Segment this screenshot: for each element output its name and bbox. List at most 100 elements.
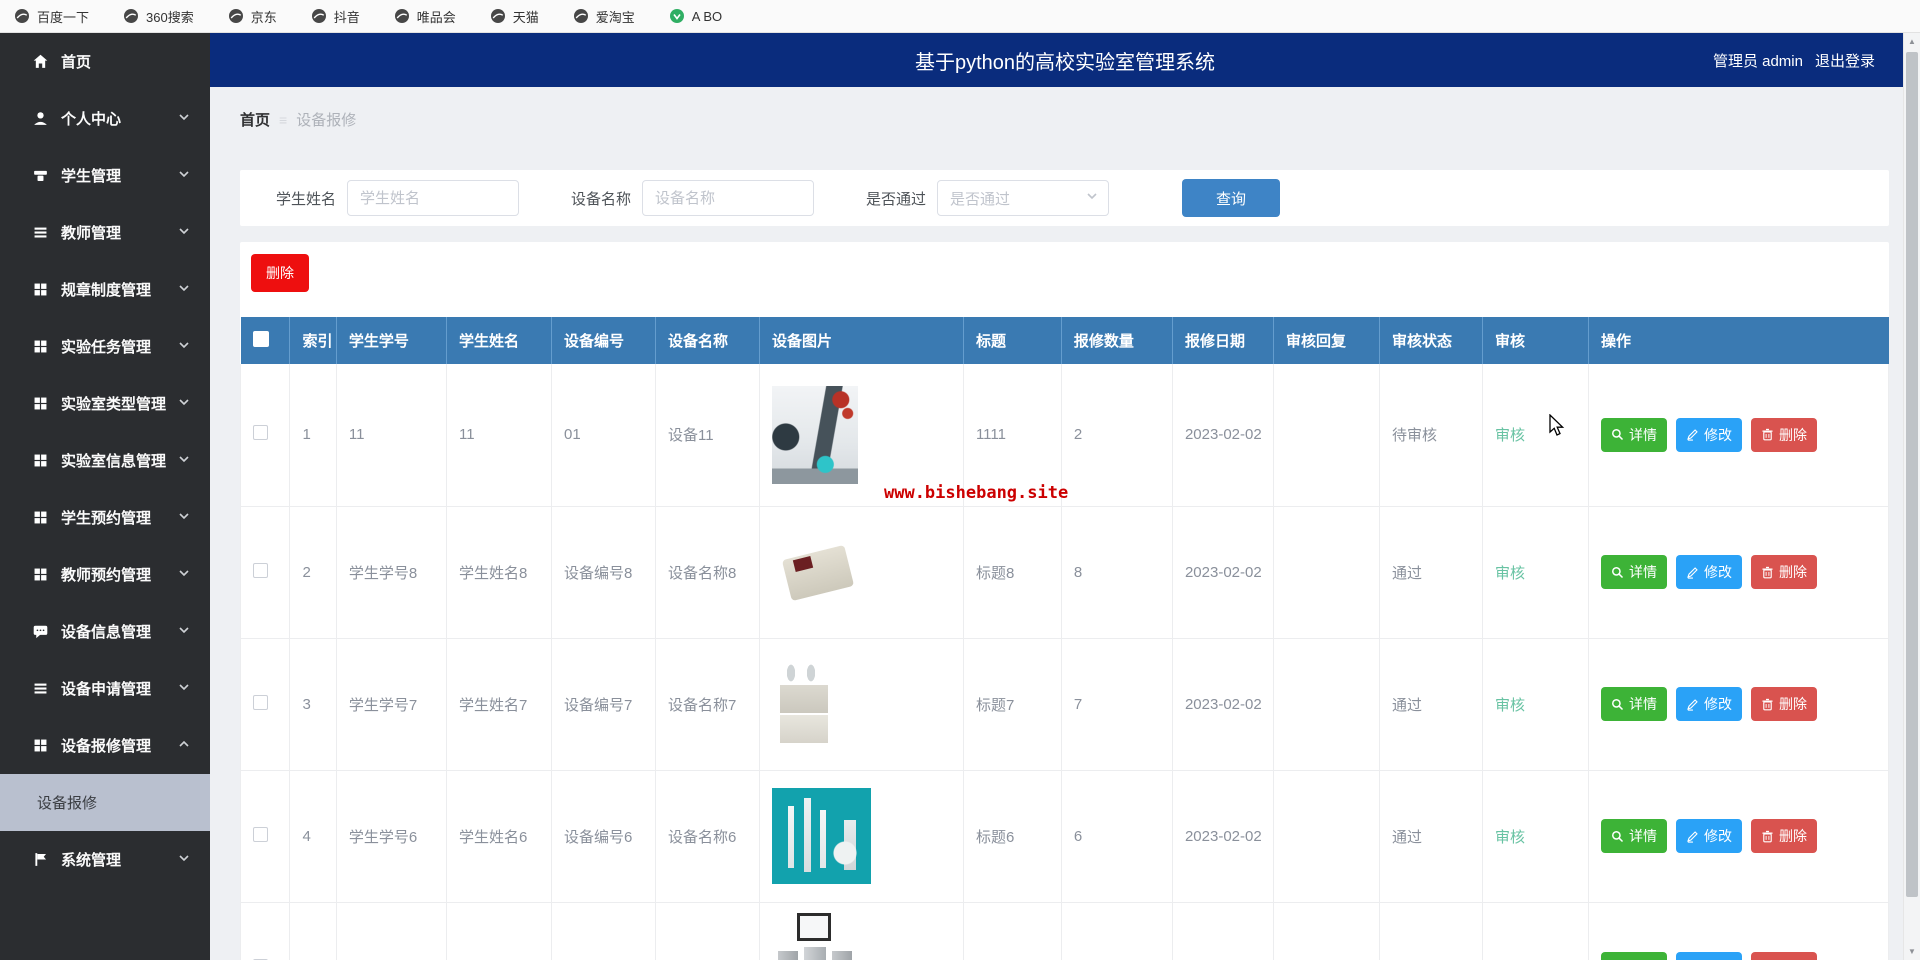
chevron-down-icon [178, 167, 190, 185]
breadcrumb: 首页 ≡ 设备报修 [240, 109, 1889, 130]
table-panel: 删除 索引 学生学号 学生姓名 设备编号 设备名称 设备图片 标题 报修数量 报修日期 审核回复审… [239, 242, 1890, 960]
sidebar-item-实验室类型管理[interactable]: 实验室类型管理 [0, 375, 210, 432]
sidebar-item-label: 设备信息管理 [61, 624, 152, 641]
delete-button[interactable]: 删除 [1750, 819, 1817, 853]
device-name-input[interactable] [642, 180, 815, 216]
chevron-down-icon [178, 110, 190, 128]
sidebar-item-规章制度管理[interactable]: 规章制度管理 [0, 261, 210, 318]
row-checkbox[interactable] [253, 694, 268, 710]
watermark-text: www.bishebang.site [883, 482, 1069, 503]
cell-title: 标题7 [962, 638, 1062, 771]
edit-button[interactable]: 修改 [1675, 819, 1742, 853]
delete-button-label: 删除 [1778, 426, 1807, 443]
sidebar-item-设备报修管理[interactable]: 设备报修管理 [0, 717, 210, 774]
globe-icon [311, 8, 327, 24]
sidebar-item-教师管理[interactable]: 教师管理 [0, 204, 210, 261]
row-checkbox[interactable] [253, 562, 268, 578]
cell-review-status: 待审核 [1378, 364, 1483, 507]
pencil-icon [1686, 566, 1699, 579]
review-link[interactable]: 审核 [1495, 829, 1525, 846]
column-header-审核状态: 审核状态 [1379, 317, 1483, 364]
cell-index: 5 [289, 902, 337, 960]
bookmark-item[interactable]: 360搜索 [123, 7, 194, 26]
delete-button[interactable]: 删除 [1750, 951, 1817, 960]
chevron-down-icon [178, 623, 190, 641]
sidebar-item-个人中心[interactable]: 个人中心 [0, 90, 210, 147]
bookmark-label: 爱淘宝 [595, 9, 635, 25]
query-button[interactable]: 查询 [1182, 179, 1281, 217]
pencil-icon [1686, 830, 1699, 843]
content-area: 首页 ≡ 设备报修 学生姓名 设备名称 是否通过 是否通过 [210, 87, 1920, 960]
bookmark-label: 360搜索 [146, 9, 194, 25]
delete-button[interactable]: 删除 [1750, 687, 1817, 721]
sidebar-subitem-设备报修[interactable]: 设备报修 [0, 774, 210, 831]
sidebar-item-设备信息管理[interactable]: 设备信息管理 [0, 603, 210, 660]
cell-student-no: 11 [335, 364, 447, 507]
scrollbar-down-arrow-icon[interactable]: ▼ [1904, 943, 1920, 960]
review-link[interactable]: 审核 [1495, 697, 1525, 714]
detail-button[interactable]: 详情 [1600, 687, 1667, 721]
magnifier-icon [1611, 698, 1624, 711]
row-select-cell [239, 902, 291, 960]
page-scrollbar[interactable]: ▲ ▼ [1903, 33, 1920, 960]
edit-button[interactable]: 修改 [1675, 417, 1742, 452]
cell-review-reply [1272, 364, 1380, 507]
cell-device-name: 设备名称8 [654, 506, 760, 639]
cell-quantity: 8 [1060, 506, 1173, 639]
device-image [771, 908, 860, 960]
student-name-input[interactable] [347, 180, 520, 216]
edit-button[interactable]: 修改 [1675, 951, 1742, 960]
table-row: 5学生学号5学生姓名5设备编号5设备名称5标题552023-02-02通过审核详… [239, 902, 1890, 960]
delete-button[interactable]: 删除 [1750, 555, 1817, 589]
edit-button[interactable]: 修改 [1675, 555, 1742, 589]
delete-button[interactable]: 删除 [1750, 417, 1817, 452]
edit-button[interactable]: 修改 [1675, 687, 1742, 721]
scrollbar-thumb[interactable] [1906, 52, 1918, 897]
row-checkbox[interactable] [253, 826, 268, 842]
trash-icon [1761, 566, 1774, 579]
cell-device-image [758, 902, 964, 960]
row-checkbox[interactable] [253, 425, 268, 441]
bookmark-item[interactable]: A BO [669, 8, 722, 24]
sidebar-item-设备申请管理[interactable]: 设备申请管理 [0, 660, 210, 717]
sidebar-item-学生管理[interactable]: 学生管理 [0, 147, 210, 204]
cell-actions: 详情 修改 删除 [1587, 770, 1890, 903]
sidebar-item-实验室信息管理[interactable]: 实验室信息管理 [0, 432, 210, 489]
bookmark-item[interactable]: 抖音 [311, 7, 360, 26]
delete-selected-button[interactable]: 删除 [251, 254, 309, 292]
cell-actions: 详情 修改 删除 [1587, 638, 1890, 771]
bookmark-item[interactable]: 百度一下 [14, 7, 89, 26]
bookmark-item[interactable]: 京东 [228, 7, 277, 26]
delete-button-label: 删除 [1778, 696, 1807, 712]
pencil-icon [1686, 698, 1699, 711]
sidebar-item-学生预约管理[interactable]: 学生预约管理 [0, 489, 210, 546]
detail-button[interactable]: 详情 [1600, 417, 1667, 452]
sidebar-item-label: 规章制度管理 [61, 282, 152, 299]
globe-icon [14, 8, 30, 24]
cell-title: 标题6 [962, 770, 1062, 903]
review-link[interactable]: 审核 [1495, 565, 1525, 582]
device-image [771, 788, 871, 884]
breadcrumb-home[interactable]: 首页 [240, 109, 270, 130]
detail-button[interactable]: 详情 [1600, 951, 1667, 960]
cell-index: 4 [289, 770, 337, 903]
sidebar-item-教师预约管理[interactable]: 教师预约管理 [0, 546, 210, 603]
cell-student-no: 学生学号6 [335, 770, 447, 903]
select-all-checkbox[interactable] [252, 330, 269, 347]
sidebar-item-label: 实验任务管理 [61, 339, 152, 356]
review-link[interactable]: 审核 [1495, 427, 1525, 444]
bookmark-item[interactable]: 天猫 [490, 7, 539, 26]
sidebar-item-系统管理[interactable]: 系统管理 [0, 831, 210, 888]
pass-filter-select[interactable]: 是否通过 [937, 180, 1110, 216]
scrollbar-up-arrow-icon[interactable]: ▲ [1904, 33, 1920, 50]
sidebar-item-实验任务管理[interactable]: 实验任务管理 [0, 318, 210, 375]
detail-button[interactable]: 详情 [1600, 555, 1667, 589]
logout-link[interactable]: 退出登录 [1815, 50, 1875, 71]
bookmark-item[interactable]: 唯品会 [394, 7, 456, 26]
detail-button[interactable]: 详情 [1600, 819, 1667, 853]
detail-button-label: 详情 [1628, 564, 1657, 580]
cell-student-name: 学生姓名8 [445, 506, 552, 639]
bookmark-item[interactable]: 爱淘宝 [573, 7, 635, 26]
sidebar-item-首页[interactable]: 首页 [0, 33, 210, 90]
cell-review-reply [1272, 770, 1380, 903]
